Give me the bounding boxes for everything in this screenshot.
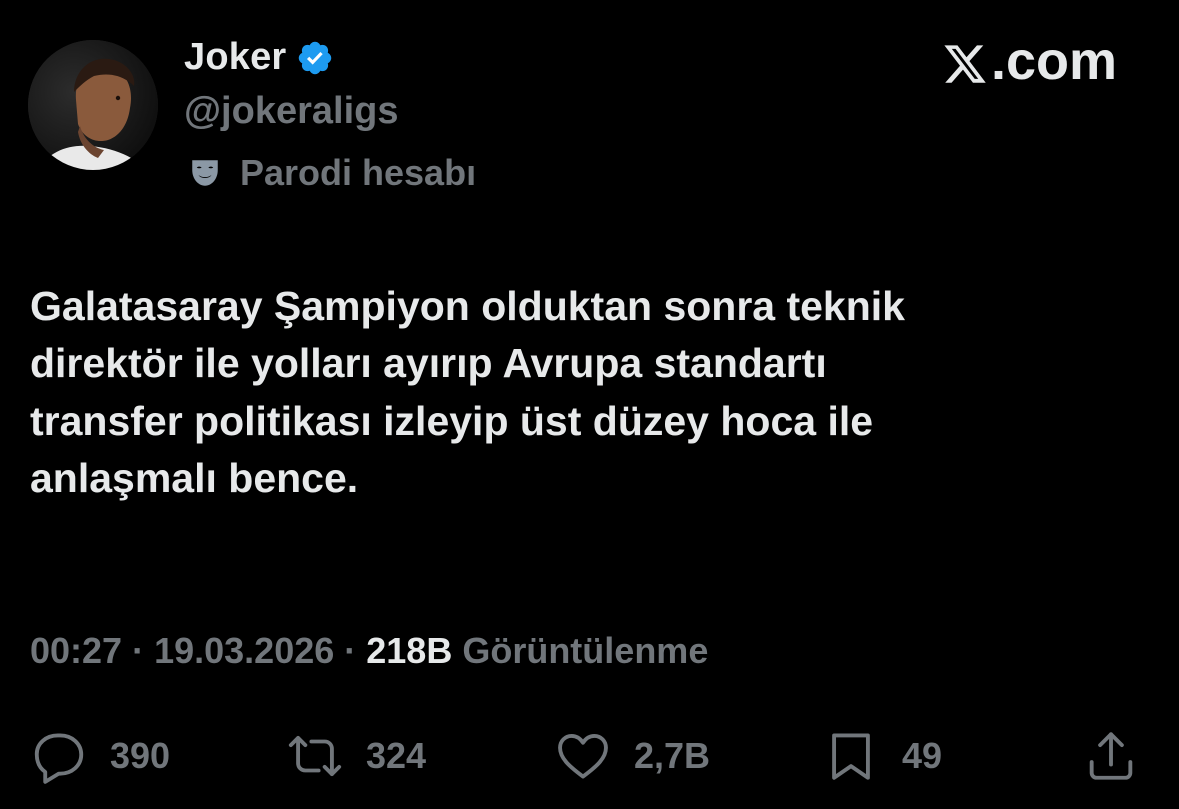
user-handle[interactable]: @jokeraligs xyxy=(184,90,398,133)
repost-button[interactable]: 324 xyxy=(286,724,426,788)
parody-label-row: Parodi hesabı xyxy=(188,152,476,194)
tweet-date[interactable]: 19.03.2026 xyxy=(154,630,334,672)
action-bar: 390 324 2,7B 49 xyxy=(30,724,1140,788)
views-count: 218B xyxy=(366,630,453,671)
parody-label: Parodi hesabı xyxy=(240,152,477,193)
repost-count: 324 xyxy=(366,735,427,776)
meta-separator: · xyxy=(132,630,145,671)
bookmark-button[interactable]: 49 xyxy=(822,724,942,788)
author-name-row: Joker xyxy=(184,36,334,79)
reply-count: 390 xyxy=(110,735,171,776)
tweet-time[interactable]: 00:27 xyxy=(30,630,122,672)
like-count: 2,7B xyxy=(634,735,711,776)
display-name[interactable]: Joker xyxy=(184,36,286,79)
share-button[interactable] xyxy=(1082,724,1140,788)
avatar-image xyxy=(28,40,158,170)
views-label: Görüntülenme xyxy=(462,630,709,671)
bookmark-count: 49 xyxy=(902,735,943,776)
reply-icon xyxy=(30,727,88,785)
tweet-meta: 00:27 · 19.03.2026 · 218B Görüntülenme xyxy=(30,630,708,672)
share-icon xyxy=(1082,727,1140,785)
verified-badge-icon[interactable] xyxy=(296,39,334,77)
brand-logo: .com xyxy=(941,30,1117,92)
avatar[interactable] xyxy=(28,40,158,170)
heart-icon xyxy=(554,727,612,785)
mask-icon xyxy=(188,156,222,190)
brand-domain: .com xyxy=(990,31,1117,91)
meta-separator: · xyxy=(344,630,357,671)
tweet-text: Galatasaray Şampiyon olduktan sonra tekn… xyxy=(30,283,905,502)
x-logo-icon xyxy=(941,38,989,84)
bookmark-icon xyxy=(822,727,880,785)
tweet-card: Joker @jokeraligs Parodi hesabı .com Gal… xyxy=(0,0,1179,809)
reply-button[interactable]: 390 xyxy=(30,724,170,788)
like-button[interactable]: 2,7B xyxy=(554,724,710,788)
repost-icon xyxy=(286,727,344,785)
